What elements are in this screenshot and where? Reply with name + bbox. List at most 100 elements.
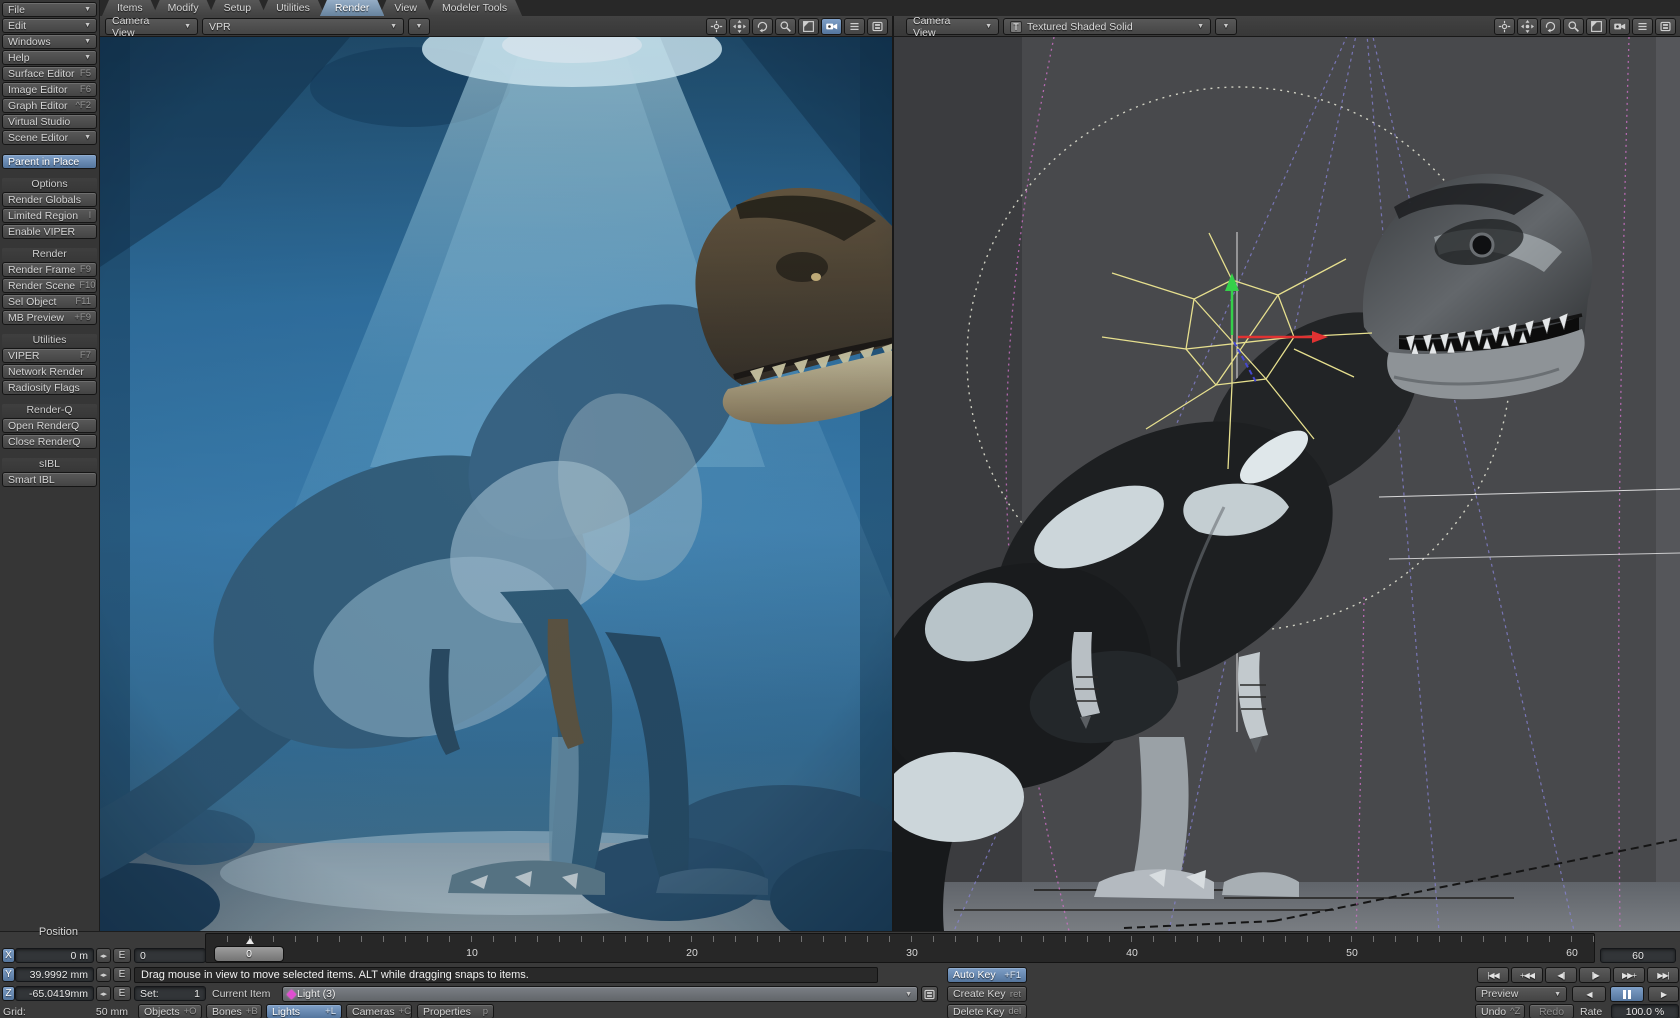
z-axis-button[interactable]: Z	[2, 986, 15, 1001]
lights-mode-button[interactable]: Lights+L	[266, 1004, 342, 1018]
network-render-button[interactable]: Network Render	[2, 364, 97, 379]
chevron-down-icon: ▼	[985, 23, 992, 30]
item-picker-icon[interactable]	[921, 986, 938, 1002]
x-axis-button[interactable]: X	[2, 948, 15, 963]
redo-button[interactable]: Redo	[1529, 1004, 1574, 1018]
sel-object-button[interactable]: Sel ObjectF11	[2, 294, 97, 309]
play-forward-button[interactable]: ▶	[1648, 986, 1679, 1002]
y-stepper[interactable]: ◂▸	[96, 967, 111, 982]
step-forward-button[interactable]: ||▶	[1579, 967, 1611, 983]
rotate-view-icon[interactable]	[1540, 18, 1561, 35]
menu-windows[interactable]: Windows▼	[2, 34, 97, 49]
render-frame-button[interactable]: Render FrameF9	[2, 262, 97, 277]
go-to-start-button[interactable]: |◀◀	[1477, 967, 1509, 983]
selection-set-field[interactable]: Set:1	[134, 986, 206, 1001]
go-to-end-button[interactable]: ▶▶|	[1647, 967, 1679, 983]
list-view-icon[interactable]	[844, 18, 865, 35]
menu-help[interactable]: Help▼	[2, 50, 97, 65]
right-render-mode-popup[interactable]: T Textured Shaded Solid ▼	[1003, 18, 1211, 35]
frame-marker-icon	[246, 938, 254, 944]
tab-view[interactable]: View	[379, 0, 432, 16]
viper-button[interactable]: VIPERF7	[2, 348, 97, 363]
bones-mode-button[interactable]: Bones+B	[206, 1004, 262, 1018]
delete-key-button[interactable]: Delete Keydel	[947, 1004, 1027, 1018]
render-globals-button[interactable]: Render Globals	[2, 192, 97, 207]
auto-key-button[interactable]: Auto Key+F1	[947, 967, 1027, 983]
pause-button[interactable]	[1610, 986, 1644, 1002]
bottom-panel: 10 20 30 40 50 60 0 X 0 m ◂▸ E 0 60 Y 39…	[0, 931, 1680, 1018]
render-scene-button[interactable]: Render SceneF10	[2, 278, 97, 293]
create-key-button[interactable]: Create Keyret	[947, 986, 1027, 1002]
smart-ibl-button[interactable]: Smart IBL	[2, 472, 97, 487]
tab-utilities[interactable]: Utilities	[261, 0, 325, 16]
parent-in-place-button[interactable]: Parent in Place	[2, 154, 97, 169]
properties-button[interactable]: Propertiesp	[417, 1004, 494, 1018]
surface-editor-button[interactable]: Surface EditorF5	[2, 66, 97, 81]
step-back-button[interactable]: ◀||	[1545, 967, 1577, 983]
cameras-mode-button[interactable]: Cameras+C	[346, 1004, 412, 1018]
current-frame-field[interactable]: 0	[134, 948, 206, 963]
end-frame-field[interactable]: 60	[1600, 948, 1676, 963]
pan-view-icon[interactable]	[1517, 18, 1538, 35]
zoom-view-icon[interactable]	[1563, 18, 1584, 35]
chevron-down-icon: ▼	[1223, 23, 1230, 30]
tab-modeler-tools[interactable]: Modeler Tools	[427, 0, 522, 16]
y-envelope-button[interactable]: E	[113, 967, 131, 982]
enable-viper-button[interactable]: Enable VIPER	[2, 224, 97, 239]
right-viewport-canvas[interactable]	[894, 37, 1680, 931]
virtual-studio-button[interactable]: Virtual Studio	[2, 114, 97, 129]
y-axis-button[interactable]: Y	[2, 967, 15, 982]
chevron-down-icon: ▼	[905, 991, 912, 998]
left-view-type-popup[interactable]: Camera View ▼	[105, 18, 198, 35]
mb-preview-button[interactable]: MB Preview+F9	[2, 310, 97, 325]
x-envelope-button[interactable]: E	[113, 948, 131, 963]
rate-field[interactable]: 100.0 %	[1611, 1004, 1679, 1018]
radiosity-flags-button[interactable]: Radiosity Flags	[2, 380, 97, 395]
rotate-view-icon[interactable]	[752, 18, 773, 35]
close-renderq-button[interactable]: Close RenderQ	[2, 434, 97, 449]
tab-render[interactable]: Render	[320, 0, 384, 16]
z-stepper[interactable]: ◂▸	[96, 986, 111, 1001]
minmax-view-icon[interactable]	[1586, 18, 1607, 35]
left-viewport-canvas[interactable]	[100, 37, 892, 931]
right-viewport-menu-popup[interactable]: ▼	[1215, 18, 1237, 35]
timeline-ruler[interactable]: 10 20 30 40 50 60 0	[205, 933, 1595, 963]
previous-keyframe-button[interactable]: +◀◀	[1511, 967, 1543, 983]
limited-region-button[interactable]: Limited Regionl	[2, 208, 97, 223]
next-keyframe-button[interactable]: ▶▶+	[1613, 967, 1645, 983]
timeline-label: 50	[1339, 947, 1365, 959]
minmax-view-icon[interactable]	[798, 18, 819, 35]
chevron-down-icon: ▼	[1554, 991, 1561, 998]
frame-slider-handle[interactable]: 0	[214, 946, 284, 962]
undo-button[interactable]: Undo^Z	[1475, 1004, 1525, 1018]
pan-view-icon[interactable]	[729, 18, 750, 35]
tab-setup[interactable]: Setup	[209, 0, 266, 16]
menu-edit[interactable]: Edit▼	[2, 18, 97, 33]
left-render-mode-popup[interactable]: VPR ▼	[202, 18, 404, 35]
layout-view-icon[interactable]	[867, 18, 888, 35]
current-item-dropdown[interactable]: Light (3) ▼	[282, 986, 918, 1002]
objects-mode-button[interactable]: Objects+O	[138, 1004, 202, 1018]
play-reverse-button[interactable]: ◀	[1572, 986, 1606, 1002]
y-position-field[interactable]: 39.9992 mm	[15, 967, 94, 982]
x-position-field[interactable]: 0 m	[15, 948, 94, 963]
left-viewport-menu-popup[interactable]: ▼	[408, 18, 430, 35]
graph-editor-button[interactable]: Graph Editor^F2	[2, 98, 97, 113]
z-position-field[interactable]: -65.0419mm	[15, 986, 94, 1001]
list-view-icon[interactable]	[1632, 18, 1653, 35]
scene-editor-button[interactable]: Scene Editor▼	[2, 130, 97, 145]
x-stepper[interactable]: ◂▸	[96, 948, 111, 963]
move-view-icon[interactable]	[706, 18, 727, 35]
menu-file[interactable]: File▼	[2, 2, 97, 17]
layout-view-icon[interactable]	[1655, 18, 1676, 35]
move-view-icon[interactable]	[1494, 18, 1515, 35]
underwater-scene-render	[100, 37, 892, 931]
open-renderq-button[interactable]: Open RenderQ	[2, 418, 97, 433]
preview-dropdown[interactable]: Preview▼	[1475, 986, 1567, 1002]
camera-view-icon[interactable]	[1609, 18, 1630, 35]
z-envelope-button[interactable]: E	[113, 986, 131, 1001]
zoom-view-icon[interactable]	[775, 18, 796, 35]
image-editor-button[interactable]: Image EditorF6	[2, 82, 97, 97]
right-view-type-popup[interactable]: Camera View ▼	[906, 18, 999, 35]
camera-view-icon[interactable]	[821, 18, 842, 35]
